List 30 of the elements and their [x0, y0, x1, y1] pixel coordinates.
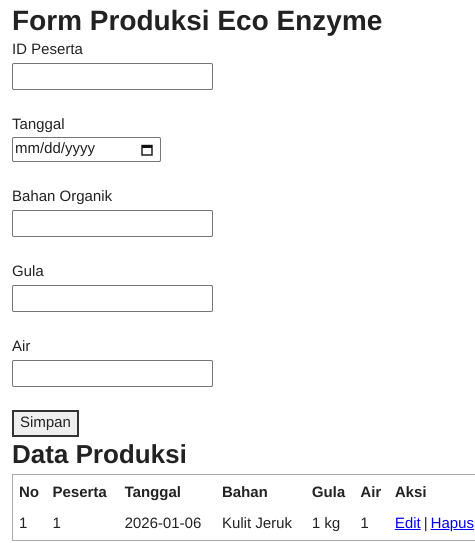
field-label: Bahan Organik	[12, 187, 112, 207]
field-label: ID Peserta	[12, 40, 83, 60]
edit-link[interactable]: Edit	[394, 515, 421, 532]
form-title: Form Produksi Eco Enzyme	[12, 4, 384, 38]
table-cell-text: 1	[359, 514, 370, 534]
table-cell-text: 1	[52, 514, 62, 534]
column-header: Tanggal	[124, 482, 182, 502]
table-cell-text: 1 kg	[310, 514, 342, 534]
table-cell-text: 2026-01-06	[124, 514, 202, 534]
table-cell-text: Kulit Jeruk	[220, 514, 293, 534]
input-field[interactable]	[12, 210, 213, 237]
field-label: Tanggal	[12, 115, 65, 135]
separator: |	[424, 515, 428, 532]
input-field[interactable]	[12, 360, 213, 387]
submit-button[interactable]: Simpan	[12, 410, 79, 436]
column-header: Bahan	[220, 482, 269, 502]
column-header: Gula	[310, 482, 346, 502]
column-header: Aksi	[394, 482, 428, 502]
column-header: Air	[359, 482, 382, 502]
input-field[interactable]	[12, 63, 213, 90]
delete-link[interactable]: Hapus	[430, 515, 474, 532]
section-title: Data Produksi	[12, 438, 188, 470]
column-header: No	[18, 482, 40, 502]
table-cell-text: 1	[18, 514, 28, 534]
column-header: Peserta	[52, 482, 108, 502]
date-field[interactable]: mm/dd/yyyy	[12, 137, 161, 162]
calendar-icon	[141, 144, 153, 156]
field-label: Air	[12, 337, 30, 357]
field-label: Gula	[12, 262, 44, 282]
input-field[interactable]	[12, 285, 213, 312]
